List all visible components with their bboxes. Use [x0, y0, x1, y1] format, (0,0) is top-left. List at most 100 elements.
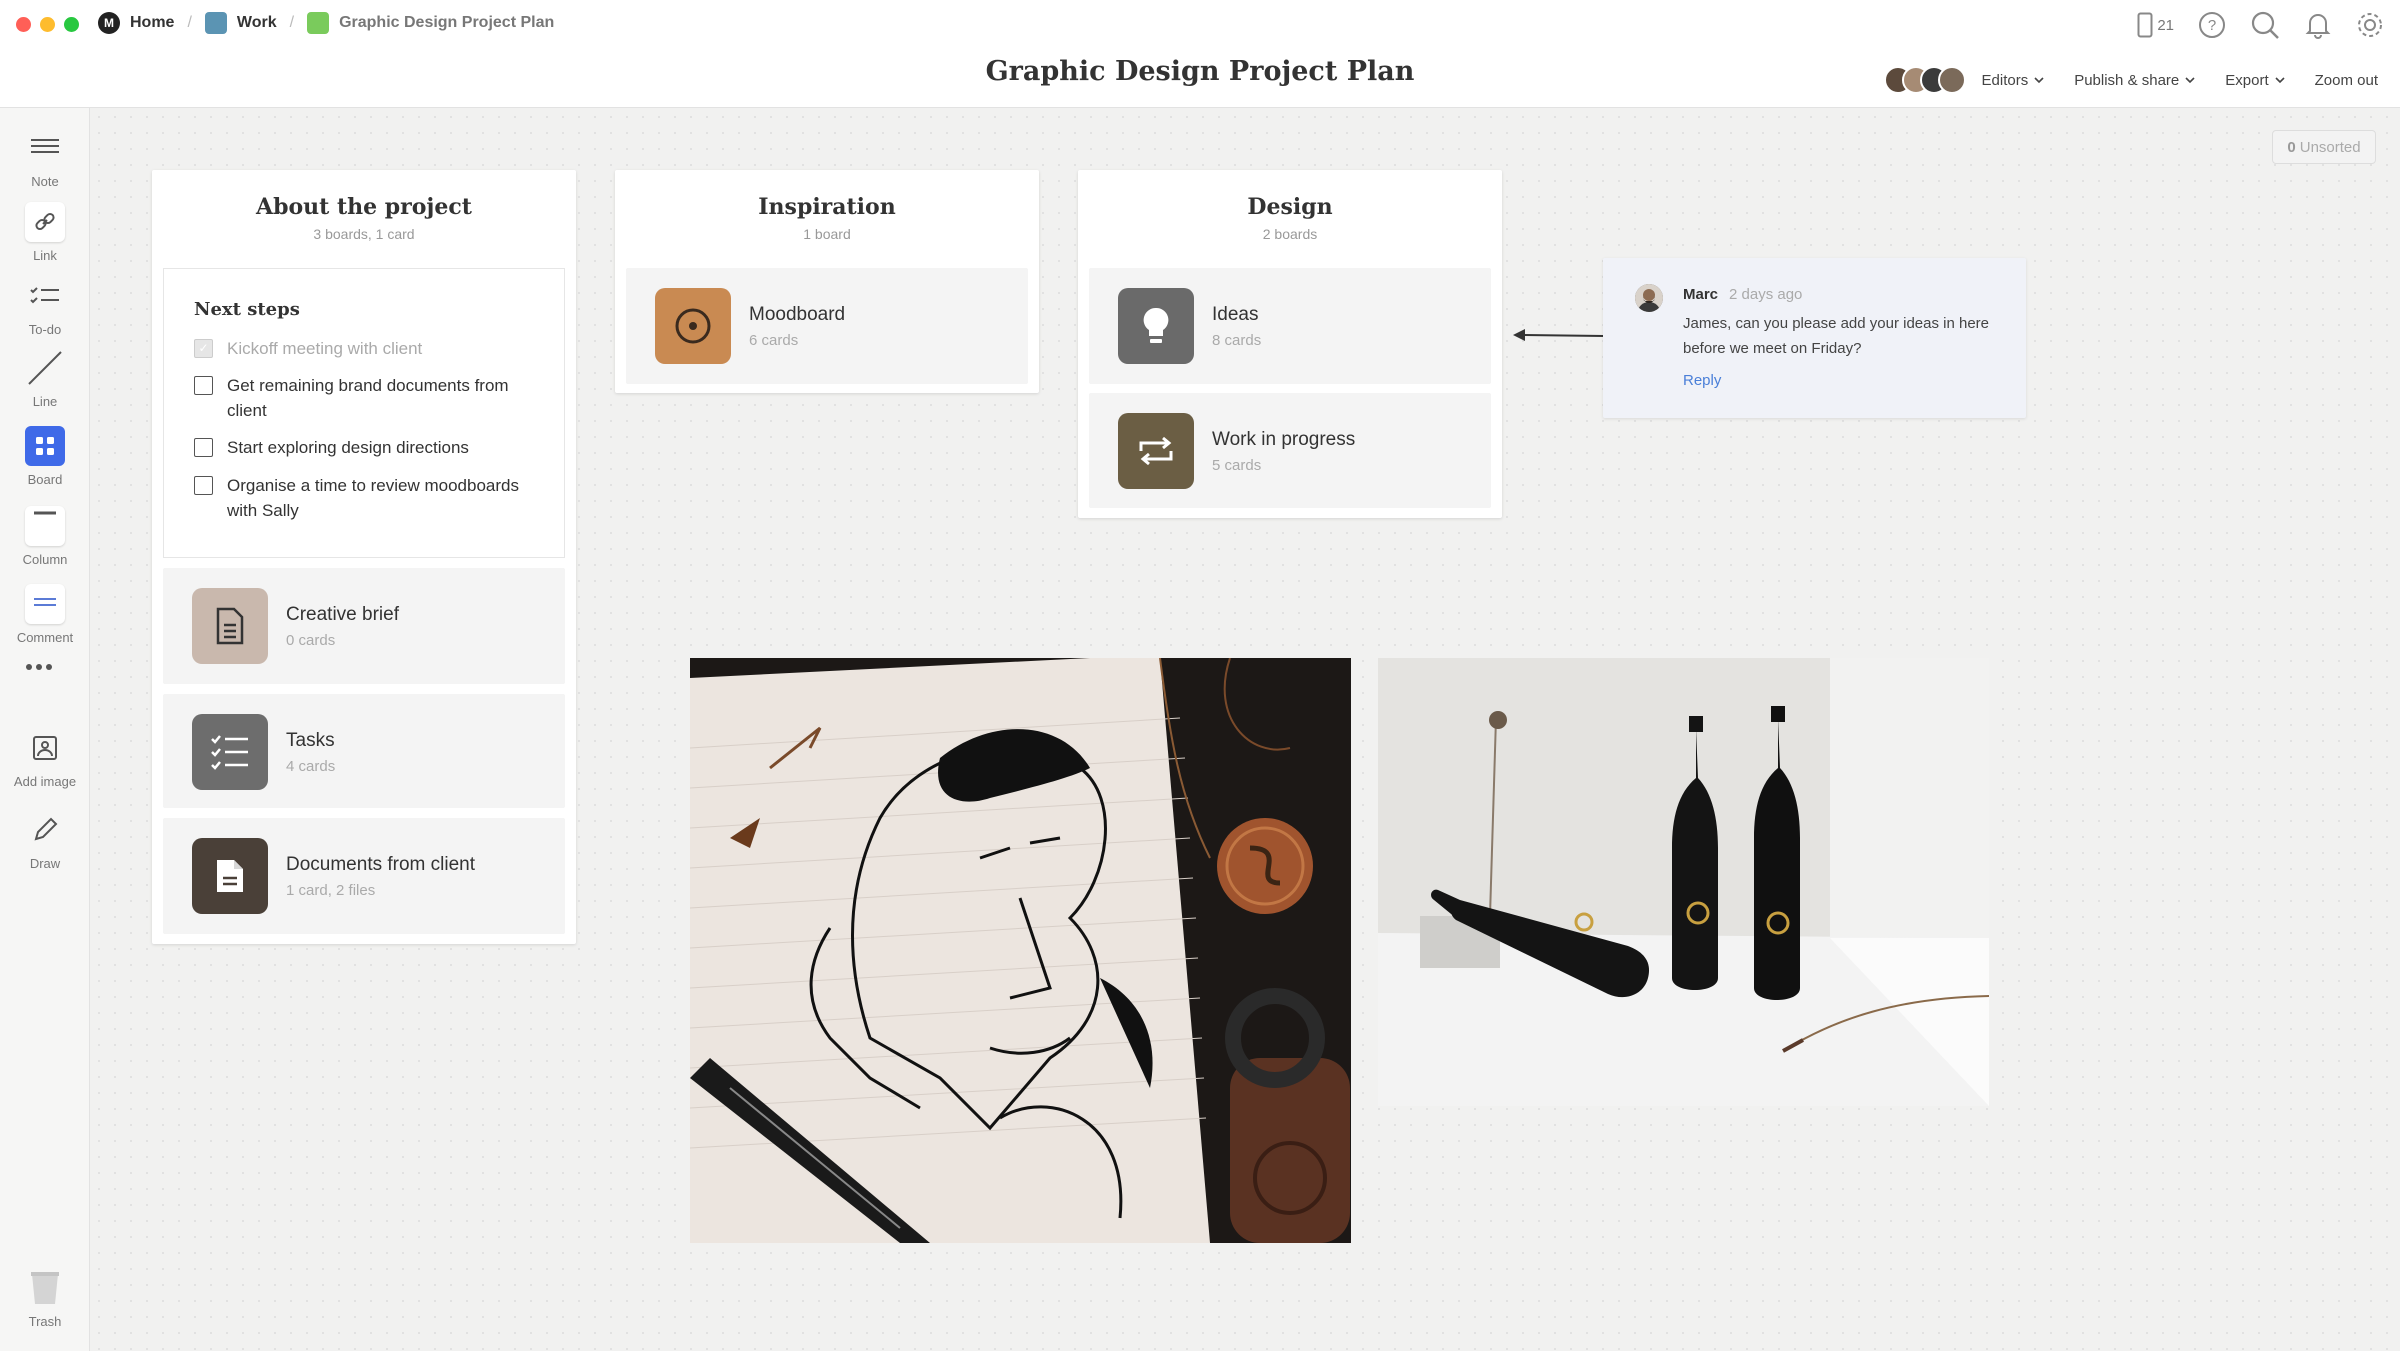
document-icon	[192, 588, 268, 664]
comment-reply-link[interactable]: Reply	[1683, 372, 1721, 389]
breadcrumb-current[interactable]: Graphic Design Project Plan	[307, 12, 554, 34]
avatar	[1635, 284, 1663, 312]
checkbox[interactable]	[194, 438, 213, 457]
search-icon[interactable]	[2250, 10, 2280, 40]
avatar	[1937, 66, 1966, 94]
checklist-icon	[192, 714, 268, 790]
file-icon	[192, 838, 268, 914]
todo-item-text: Get remaining brand documents from clien…	[227, 376, 509, 420]
collaborator-avatars[interactable]	[1883, 66, 1966, 94]
board-icon	[25, 426, 65, 466]
editors-menu[interactable]: Editors	[1982, 72, 2045, 89]
tool-trash[interactable]: Trash	[0, 1268, 90, 1329]
card-title: Tasks	[286, 730, 335, 751]
board-card-ideas[interactable]: Ideas 8 cards	[1089, 268, 1491, 384]
comment-author: Marc	[1683, 286, 1719, 303]
tool-comment-label: Comment	[16, 630, 74, 645]
tool-add-image-label: Add image	[13, 774, 77, 789]
tool-link[interactable]: Link	[0, 202, 90, 263]
home-icon: M	[98, 12, 120, 34]
card-subtitle: 0 cards	[286, 632, 336, 649]
tool-column[interactable]: Column	[0, 506, 90, 567]
tool-comment[interactable]: Comment	[0, 584, 90, 645]
devices-button[interactable]: 21	[2137, 12, 2174, 38]
column-subtitle: 2 boards	[1262, 226, 1318, 242]
tool-note[interactable]: Note	[0, 128, 90, 189]
tool-column-label: Column	[22, 552, 68, 567]
help-icon[interactable]: ?	[2198, 11, 2226, 39]
tool-board[interactable]: Board	[0, 426, 90, 487]
zoom-out-button[interactable]: Zoom out	[2315, 72, 2378, 89]
tool-line[interactable]: Line	[0, 348, 90, 409]
tool-draw[interactable]: Draw	[0, 810, 90, 871]
editors-label: Editors	[1981, 71, 2029, 89]
card-title: Documents from client	[286, 854, 476, 875]
card-title: Moodboard	[749, 304, 846, 325]
svg-text:?: ?	[2208, 17, 2216, 34]
top-right-icons: 21 ?	[2137, 10, 2384, 40]
board-card-work-in-progress[interactable]: Work in progress 5 cards	[1089, 393, 1491, 508]
breadcrumb-work-label: Work	[236, 14, 277, 31]
card-title: Creative brief	[286, 604, 399, 625]
todo-item-text: Organise a time to review moodboards wit…	[227, 476, 519, 520]
image-illustration-sketch[interactable]	[690, 658, 1351, 1243]
publish-label: Publish & share	[2074, 71, 2180, 89]
more-tools-icon[interactable]	[26, 664, 52, 670]
board-card-moodboard[interactable]: Moodboard 6 cards	[626, 268, 1028, 384]
card-title: Ideas	[1212, 304, 1259, 325]
breadcrumb-home[interactable]: M Home	[98, 12, 174, 34]
todo-item[interactable]: Organise a time to review moodboards wit…	[194, 473, 544, 523]
repeat-icon	[1118, 413, 1194, 489]
image-wine-bottles[interactable]	[1378, 658, 1989, 1106]
export-label: Export	[2225, 71, 2269, 89]
column-title: Design	[1247, 194, 1333, 220]
todo-item[interactable]: Start exploring design directions	[194, 435, 544, 460]
export-menu[interactable]: Export	[2225, 71, 2285, 89]
checkbox-checked[interactable]: ✓	[194, 339, 213, 358]
card-subtitle: 8 cards	[1212, 332, 1262, 349]
board-card-creative-brief[interactable]: Creative brief 0 cards	[163, 568, 565, 684]
card-title: Work in progress	[1212, 429, 1356, 450]
comment-timestamp: 2 days ago	[1729, 286, 1803, 303]
tool-add-image[interactable]: Add image	[0, 728, 90, 789]
top-bar: M Home / Work / Graphic Design Project P…	[0, 0, 2400, 108]
todo-item[interactable]: ✓ Kickoff meeting with client	[194, 336, 544, 361]
todo-list-next-steps[interactable]: Next steps ✓ Kickoff meeting with client…	[163, 268, 565, 558]
note-icon	[25, 128, 65, 168]
tool-todo[interactable]: To-do	[0, 276, 90, 337]
close-window-button[interactable]	[16, 17, 31, 32]
comment-card[interactable]: Marc 2 days ago James, can you please ad…	[1603, 258, 2026, 418]
connector-arrow[interactable]	[1512, 322, 1604, 348]
phone-icon	[2137, 12, 2153, 38]
line-icon	[25, 348, 65, 388]
breadcrumb-work[interactable]: Work	[204, 12, 277, 34]
tool-sidebar: Note Link To-do Line Board Column Commen…	[0, 108, 90, 1351]
breadcrumb-separator: /	[187, 14, 192, 31]
unsorted-button[interactable]: 0 Unsorted	[2272, 130, 2376, 164]
chevron-down-icon	[2034, 77, 2044, 84]
unsorted-label: Unsorted	[2299, 138, 2361, 156]
unsorted-count: 0	[2287, 138, 2296, 156]
board-card-documents[interactable]: Documents from client 1 card, 2 files	[163, 818, 565, 934]
tool-note-label: Note	[31, 174, 59, 189]
card-subtitle: 4 cards	[286, 758, 336, 775]
minimize-window-button[interactable]	[40, 17, 55, 32]
card-subtitle: 5 cards	[1212, 457, 1262, 474]
board-card-tasks[interactable]: Tasks 4 cards	[163, 694, 565, 808]
work-board-icon	[204, 12, 227, 34]
settings-icon[interactable]	[2356, 11, 2384, 39]
tool-link-label: Link	[33, 248, 57, 263]
bell-icon[interactable]	[2304, 11, 2332, 39]
tool-draw-label: Draw	[29, 856, 61, 871]
breadcrumb-separator: /	[289, 14, 295, 31]
checkbox[interactable]	[194, 376, 213, 395]
maximize-window-button[interactable]	[64, 17, 79, 32]
todo-title: Next steps	[194, 299, 300, 320]
todo-item[interactable]: Get remaining brand documents from clien…	[194, 373, 544, 423]
zoom-label: Zoom out	[2314, 71, 2378, 89]
publish-share-menu[interactable]: Publish & share	[2074, 72, 2195, 89]
column-subtitle: 3 boards, 1 card	[313, 226, 415, 242]
todo-item-text: Start exploring design directions	[227, 438, 469, 457]
checkbox[interactable]	[194, 476, 213, 495]
plan-board-icon	[307, 12, 330, 34]
